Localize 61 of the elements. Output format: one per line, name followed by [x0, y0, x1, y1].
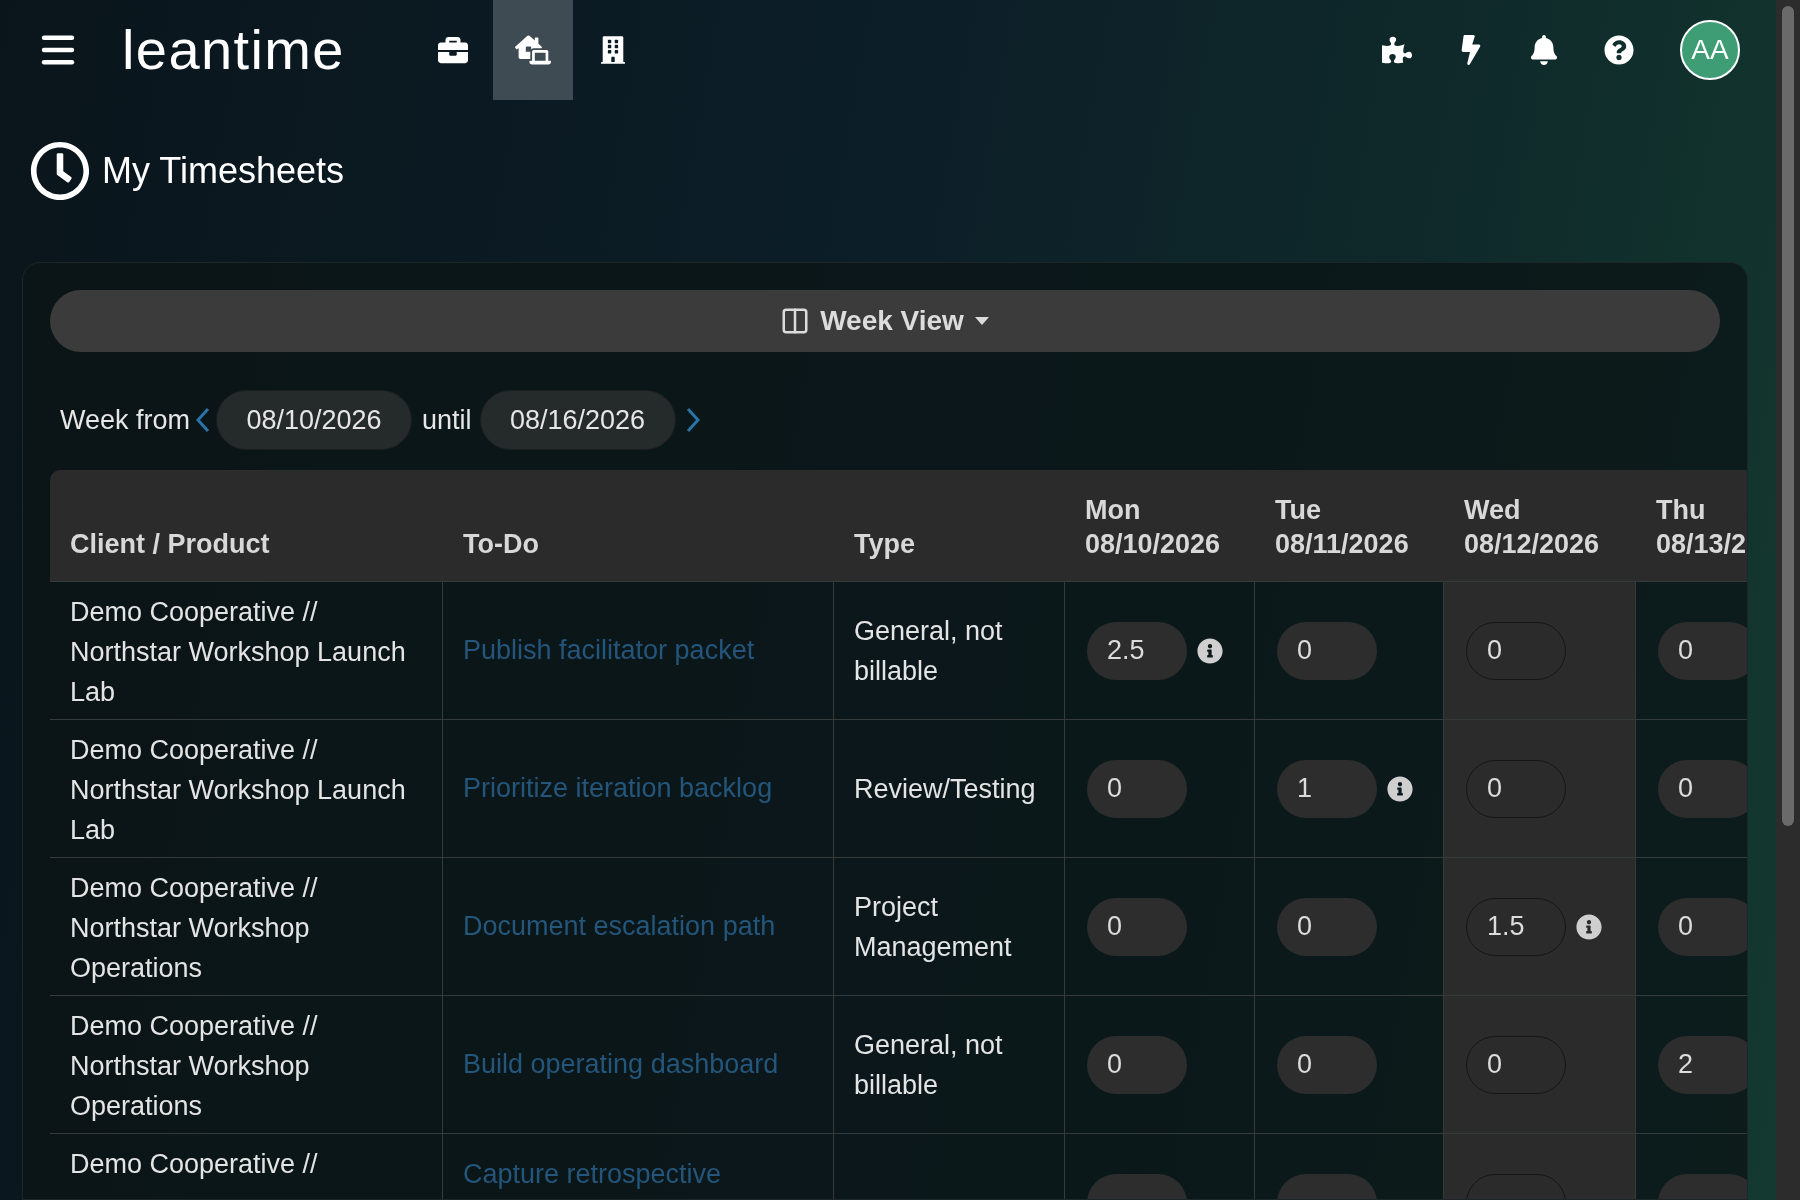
table-cell: Demo Cooperative // Northstar Workshop Launch Lab — [50, 582, 443, 719]
table-cell: Demo Cooperative // — [50, 1134, 443, 1199]
hours-field[interactable]: 0 — [1087, 897, 1187, 956]
hours-field[interactable]: 0 — [1466, 759, 1566, 818]
briefcase-icon — [437, 35, 468, 65]
table-cell: Demo Cooperative // Northstar Workshop Launch Lab — [50, 720, 443, 857]
hours-field[interactable]: 2 — [1658, 1035, 1747, 1094]
columns-icon — [780, 306, 811, 336]
until-label: until — [422, 403, 472, 437]
house-laptop-icon — [514, 35, 551, 65]
date-label: 08/10/2026 — [1085, 528, 1222, 561]
end-date-field[interactable]: 08/16/2026 — [479, 390, 676, 450]
date-label: 08/13/2 — [1656, 528, 1747, 561]
hours-field[interactable]: 0 — [1658, 759, 1747, 818]
chevron-left-icon — [196, 407, 211, 433]
column-label: To-Do — [463, 528, 540, 561]
week-view-dropdown[interactable]: Week View — [50, 290, 1720, 352]
type-cell-text: Review/Testing — [854, 772, 1036, 806]
previous-week-button[interactable] — [196, 407, 211, 433]
hours-field[interactable]: 1.5 — [1466, 897, 1566, 956]
next-week-button[interactable] — [685, 407, 700, 433]
table-cell: Demo Cooperative // Northstar Workshop Operations — [50, 996, 443, 1133]
hours-field[interactable]: 0 — [1087, 759, 1187, 818]
leantime-logo: leantime — [122, 22, 345, 78]
notifications-icon[interactable] — [1530, 35, 1558, 65]
column-label: Client / Product — [70, 528, 271, 561]
hours-field[interactable]: 0 — [1658, 897, 1747, 956]
help-icon[interactable] — [1604, 35, 1634, 65]
hours-field[interactable]: 0 — [1087, 1035, 1187, 1094]
nav-button[interactable] — [492, 0, 573, 100]
weekday-label: Tue — [1275, 494, 1322, 527]
date-label: 08/11/2026 — [1275, 528, 1410, 561]
type-cell-text: General, not billable — [854, 1028, 1004, 1102]
hours-field[interactable]: 1 — [1277, 759, 1377, 818]
weekday-label: Wed — [1464, 494, 1522, 527]
type-cell-text: General, not billable — [854, 614, 1004, 688]
table-cell: Demo Cooperative // Northstar Workshop Operations — [50, 858, 443, 995]
info-icon[interactable] — [1197, 637, 1223, 664]
date-label: 08/12/2026 — [1464, 528, 1601, 561]
hours-field[interactable]: 0 — [1277, 621, 1377, 680]
column-label: Type — [854, 528, 916, 561]
hours-field[interactable]: 2.5 — [1087, 621, 1187, 680]
hours-field[interactable]: 0 — [1277, 897, 1377, 956]
hours-field[interactable]: 0 — [1277, 1035, 1377, 1094]
hours-field[interactable]: 0 — [1466, 1035, 1566, 1094]
puzzle-icon[interactable] — [1382, 35, 1412, 65]
weekday-label: Mon — [1085, 494, 1142, 527]
caret-icon — [973, 316, 990, 326]
chevron-right-icon — [685, 407, 700, 433]
week-from-label: Week from — [60, 403, 191, 437]
info-icon[interactable] — [1576, 913, 1602, 940]
clock-icon — [30, 141, 90, 201]
start-date-field[interactable]: 08/10/2026 — [216, 390, 413, 450]
info-icon[interactable] — [1387, 775, 1413, 802]
page-title: My Timesheets — [102, 149, 345, 193]
scrollbar[interactable] — [1776, 0, 1800, 1200]
weekday-label: Thu — [1656, 494, 1707, 527]
type-cell-text: Project Management — [854, 890, 1013, 964]
building-icon — [600, 35, 625, 65]
hours-field[interactable]: 0 — [1466, 621, 1566, 680]
hours-field[interactable]: 0 — [1658, 621, 1747, 680]
